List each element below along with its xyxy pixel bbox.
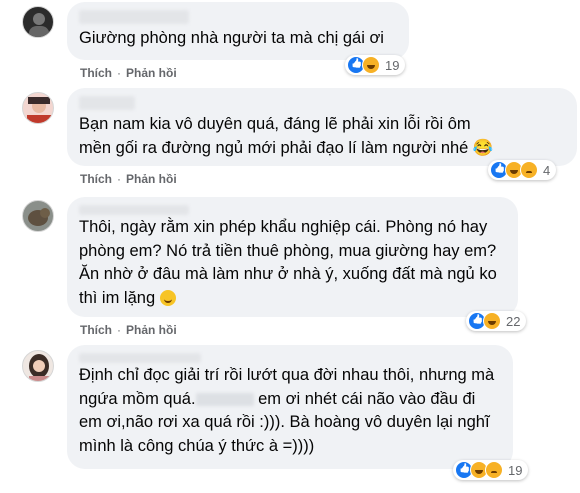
reaction-summary[interactable]: 19: [345, 55, 406, 75]
reaction-summary[interactable]: 4: [488, 160, 557, 180]
like-link[interactable]: Thích: [80, 323, 112, 337]
reaction-count: 19: [508, 462, 523, 478]
avatar[interactable]: [22, 92, 54, 124]
reaction-count: 19: [385, 57, 400, 73]
avatar-silhouette-icon: [29, 13, 49, 37]
separator: ·: [117, 323, 121, 337]
comment-bubble: Thôi, ngày rằm xin phép khẩu nghiệp cái.…: [67, 197, 518, 317]
like-link[interactable]: Thích: [80, 172, 112, 186]
reaction-summary[interactable]: 19: [453, 460, 529, 480]
reply-link[interactable]: Phản hồi: [126, 323, 177, 337]
reply-link[interactable]: Phản hồi: [126, 66, 177, 80]
comment-bubble: Định chỉ đọc giải trí rồi lướt qua đời n…: [67, 345, 513, 469]
comment-actions: Thích · Phản hồi: [80, 172, 177, 186]
comment-actions: Thích · Phản hồi: [80, 66, 177, 80]
smile-emoji-icon: [159, 289, 176, 306]
comment-text: Bạn nam kia vô duyên quá, đáng lẽ phải x…: [79, 115, 494, 157]
reaction-count: 4: [543, 162, 551, 178]
author-name-redacted: [79, 205, 189, 215]
author-name-redacted: [79, 96, 135, 110]
haha-icon: [483, 312, 501, 330]
comment-text: Định chỉ đọc giải trí rồi lướt qua đời n…: [79, 364, 501, 458]
sad-icon: [520, 161, 538, 179]
avatar[interactable]: [22, 200, 54, 232]
avatar-photo-icon: [27, 97, 51, 123]
separator: ·: [117, 66, 121, 80]
author-name-redacted: [79, 353, 201, 363]
reaction-count: 22: [506, 313, 521, 329]
reply-link[interactable]: Phản hồi: [126, 172, 177, 186]
avatar[interactable]: [22, 350, 54, 382]
avatar[interactable]: [22, 6, 54, 38]
reaction-summary[interactable]: 22: [466, 311, 527, 331]
comment-bubble: Giường phòng nhà người ta mà chị gái ơi: [67, 2, 409, 60]
redacted-name: [195, 392, 254, 406]
comment-text-body: Thôi, ngày rằm xin phép khẩu nghiệp cái.…: [79, 218, 497, 307]
separator: ·: [117, 172, 121, 186]
comment-text: Giường phòng nhà người ta mà chị gái ơi: [79, 29, 384, 47]
comment-bubble: Bạn nam kia vô duyên quá, đáng lẽ phải x…: [67, 88, 577, 166]
avatar-photo-icon: [28, 208, 50, 226]
avatar-photo-icon: [29, 354, 49, 381]
sad-icon: [485, 461, 503, 479]
haha-icon: [362, 56, 380, 74]
comment-actions: Thích · Phản hồi: [80, 323, 177, 337]
like-link[interactable]: Thích: [80, 66, 112, 80]
comment-text: Thôi, ngày rằm xin phép khẩu nghiệp cái.…: [79, 216, 506, 310]
author-name-redacted: [79, 10, 189, 24]
